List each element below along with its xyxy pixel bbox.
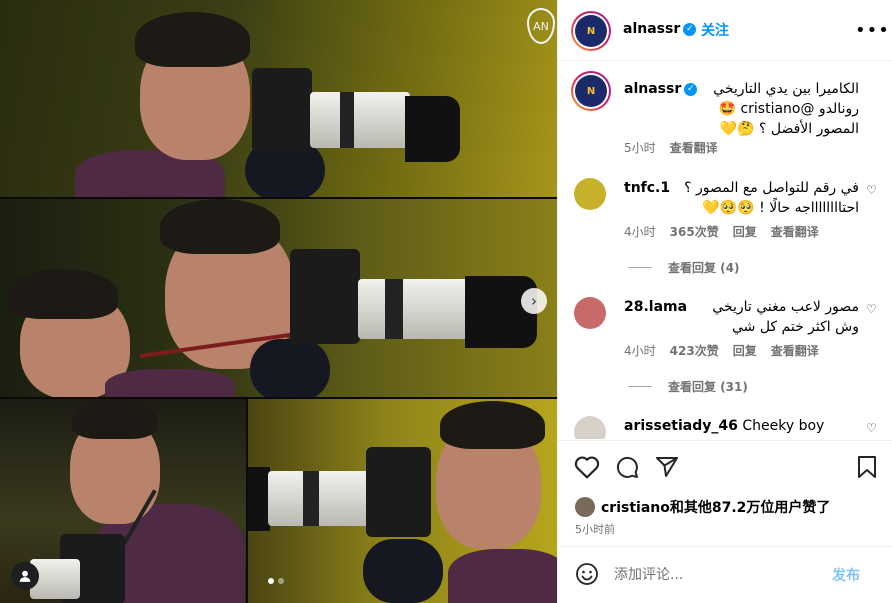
header-username[interactable]: alnassr bbox=[623, 21, 680, 37]
caption-translate-button[interactable]: 查看翻译 bbox=[670, 139, 718, 156]
lens-hood bbox=[405, 96, 460, 162]
camera-lens bbox=[358, 279, 468, 339]
comment-like-heart-icon[interactable]: ♡ bbox=[866, 302, 877, 316]
more-options-button[interactable]: ••• bbox=[855, 20, 890, 41]
camera-body bbox=[366, 447, 431, 537]
carousel-dot-2 bbox=[278, 578, 284, 584]
comment-time: 4小时 bbox=[624, 344, 656, 358]
comment-time: 4小时 bbox=[624, 225, 656, 239]
camera-body bbox=[290, 249, 360, 344]
verified-badge-icon: ✓ bbox=[684, 82, 698, 96]
post-sidebar: N alnassr ✓ 关注 ••• N alnassr ✓ الكاميرا بي… bbox=[557, 0, 892, 603]
comment-text-line-1: مصور لاعب مغني تاريخي bbox=[712, 299, 859, 315]
carousel-indicator bbox=[268, 578, 284, 584]
club-logo-icon: N bbox=[575, 15, 607, 47]
likes-summary[interactable]: cristiano和其他87.2万位用户赞了 bbox=[575, 497, 830, 517]
translate-button[interactable]: 查看翻译 bbox=[771, 223, 819, 240]
camera-lens bbox=[310, 92, 410, 148]
club-logo-icon: N bbox=[575, 75, 607, 107]
view-replies-button[interactable]: 查看回复 (31) bbox=[628, 378, 748, 395]
translate-button[interactable]: 查看翻译 bbox=[771, 342, 819, 359]
emoji-icon[interactable] bbox=[575, 562, 599, 586]
lens-hood bbox=[248, 467, 270, 531]
action-bar bbox=[558, 440, 892, 496]
view-replies-button[interactable]: 查看回复 (4) bbox=[628, 259, 740, 276]
comment-username[interactable]: arissetiady_46 bbox=[624, 418, 738, 434]
commenter-avatar[interactable] bbox=[574, 297, 606, 329]
comment-likes[interactable]: 365次赞 bbox=[670, 223, 719, 240]
commenter-avatar[interactable] bbox=[574, 416, 606, 439]
reply-button[interactable]: 回复 bbox=[733, 223, 757, 240]
post-header: N alnassr ✓ 关注 ••• bbox=[558, 0, 892, 61]
comment-text-line-1: في رقم للتواصل مع المصور ؟ bbox=[684, 180, 859, 196]
like-heart-icon[interactable] bbox=[574, 455, 600, 479]
next-slide-button[interactable]: › bbox=[521, 288, 547, 314]
carousel-dot-1 bbox=[268, 578, 274, 584]
comment-username[interactable]: tnfc.1 bbox=[624, 178, 670, 198]
photo-panel-2 bbox=[0, 199, 557, 397]
comment-text-line-2: احتااااااااجه حالًا ! 🥺🥺💛 bbox=[702, 200, 859, 216]
save-bookmark-icon[interactable] bbox=[856, 455, 878, 479]
caption-line-3: المصور الأفضل ؟ 🤔💛 bbox=[719, 121, 859, 137]
photo-panel-1 bbox=[0, 0, 557, 197]
comment-like-heart-icon[interactable]: ♡ bbox=[866, 421, 877, 435]
header-avatar[interactable]: N bbox=[571, 11, 611, 51]
caption-username[interactable]: alnassr bbox=[624, 81, 681, 97]
likes-text: cristiano和其他87.2万位用户赞了 bbox=[601, 500, 831, 516]
post-timestamp: 5小时前 bbox=[575, 523, 615, 536]
follow-button[interactable]: 关注 bbox=[701, 20, 729, 40]
comment-like-heart-icon[interactable]: ♡ bbox=[866, 183, 877, 197]
verified-badge-icon: ✓ bbox=[683, 22, 697, 36]
person-icon bbox=[19, 570, 31, 582]
camera-lens bbox=[268, 471, 378, 526]
caption-time: 5小时 bbox=[624, 141, 656, 155]
comment-input[interactable] bbox=[614, 563, 814, 587]
post-media[interactable]: AN › bbox=[0, 0, 557, 603]
commenter-avatar[interactable] bbox=[574, 178, 606, 210]
tagged-users-button[interactable] bbox=[11, 562, 39, 590]
caption-line-1: الكاميرا بين يدي التاريخي bbox=[713, 81, 859, 97]
comment-likes[interactable]: 423次赞 bbox=[670, 342, 719, 359]
reply-button[interactable]: 回复 bbox=[733, 342, 757, 359]
comment-bubble-icon[interactable] bbox=[615, 455, 639, 479]
caption-avatar[interactable]: N bbox=[571, 71, 611, 111]
comments-list[interactable]: N alnassr ✓ الكاميرا بين يدي التاريخي رون… bbox=[558, 61, 892, 439]
comment-text-line-2: وش اكثر ختم كل شي bbox=[731, 319, 859, 335]
caption-line-2: رونالدو @cristiano 🤩 bbox=[718, 101, 859, 117]
share-send-icon[interactable] bbox=[655, 455, 679, 479]
camera-body bbox=[252, 68, 312, 153]
player-hair bbox=[135, 12, 250, 67]
liker-avatar bbox=[575, 497, 595, 517]
comment-composer: 发布 bbox=[558, 546, 892, 603]
photo-panel-4 bbox=[248, 399, 557, 603]
comment-username[interactable]: 28.lama bbox=[624, 297, 687, 317]
post-comment-button[interactable]: 发布 bbox=[832, 565, 860, 585]
